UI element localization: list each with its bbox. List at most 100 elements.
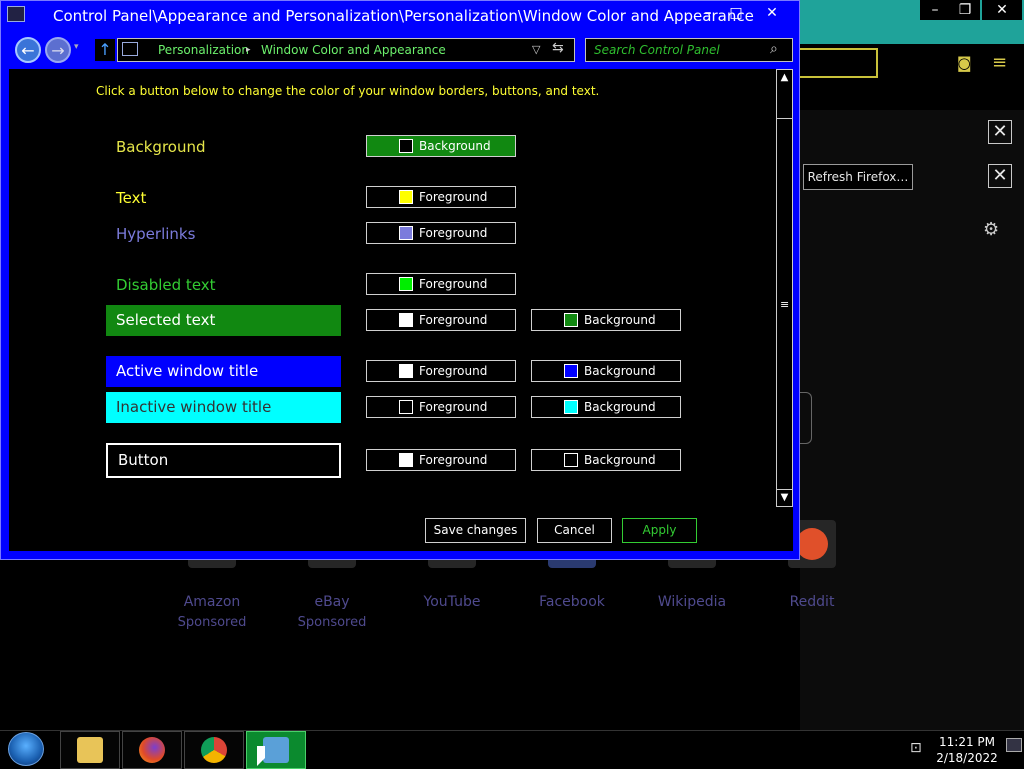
- site-label-reddit[interactable]: Reddit: [752, 594, 872, 610]
- site-label-facebook[interactable]: Facebook: [512, 594, 632, 610]
- cancel-button[interactable]: Cancel: [537, 518, 612, 543]
- control-panel-icon: [7, 6, 25, 22]
- button-text: Foreground: [419, 277, 488, 291]
- up-arrow-icon[interactable]: ↑: [95, 39, 115, 61]
- text-foreground-button[interactable]: Foreground: [366, 186, 516, 208]
- site-label-youtube[interactable]: YouTube: [392, 594, 512, 610]
- firefox-minimize-button[interactable]: –: [920, 0, 950, 20]
- site-sponsored-ebay: Sponsored: [297, 615, 367, 630]
- control-panel-window: Control Panel\Appearance and Personaliza…: [0, 0, 800, 560]
- background-color-button[interactable]: Background: [366, 135, 516, 157]
- firefox-restore-button[interactable]: ❐: [950, 0, 980, 20]
- vertical-scrollbar[interactable]: ▲ ≡ ▼: [776, 69, 793, 507]
- inactive-title-foreground-button[interactable]: Foreground: [366, 396, 516, 418]
- intro-text: Click a button below to change the color…: [96, 84, 600, 98]
- menu-icon[interactable]: ≡: [992, 52, 1007, 73]
- label-disabled-text: Disabled text: [116, 276, 216, 294]
- control-panel-small-icon: [122, 42, 138, 56]
- refresh-icon[interactable]: ⇆: [552, 40, 564, 56]
- button-text: Background: [584, 400, 656, 414]
- search-icon[interactable]: ⌕: [770, 41, 778, 57]
- pocket-icon[interactable]: ◙: [957, 54, 972, 72]
- color-swatch: [399, 453, 413, 467]
- show-desktop-button[interactable]: [1006, 738, 1022, 752]
- active-title-background-button[interactable]: Background: [531, 360, 681, 382]
- system-clock[interactable]: 11:21 PM 2/18/2022: [930, 734, 1004, 766]
- color-swatch: [564, 400, 578, 414]
- firefox-url-bar[interactable]: [800, 48, 878, 78]
- button-text: Foreground: [419, 313, 488, 327]
- active-title-foreground-button[interactable]: Foreground: [366, 360, 516, 382]
- color-swatch: [399, 313, 413, 327]
- control-panel-icon: [263, 737, 289, 763]
- card-edge: [798, 392, 812, 444]
- button-text: Foreground: [419, 453, 488, 467]
- chrome-icon: [201, 737, 227, 763]
- search-input[interactable]: Search Control Panel ⌕: [585, 38, 793, 62]
- sample-selected-text: Selected text: [106, 305, 341, 336]
- site-sponsored-amazon: Sponsored: [177, 615, 247, 630]
- button-text: Background: [419, 139, 491, 153]
- button-text: Foreground: [419, 190, 488, 204]
- save-changes-button[interactable]: Save changes: [425, 518, 526, 543]
- apply-button[interactable]: Apply: [622, 518, 697, 543]
- color-swatch: [564, 453, 578, 467]
- start-button[interactable]: [8, 732, 44, 766]
- color-swatch: [399, 139, 413, 153]
- sample-inactive-window-title: Inactive window title: [106, 392, 341, 423]
- breadcrumb-personalization[interactable]: Personalization: [158, 43, 249, 57]
- inactive-title-background-button[interactable]: Background: [531, 396, 681, 418]
- button-text: Foreground: [419, 400, 488, 414]
- site-label-wikipedia[interactable]: Wikipedia: [632, 594, 752, 610]
- scroll-grip-icon: ≡: [780, 298, 790, 311]
- back-arrow-icon[interactable]: ←: [15, 37, 41, 63]
- settings-gear-icon[interactable]: ⚙: [983, 219, 999, 240]
- button-text: Background: [584, 364, 656, 378]
- maximize-button[interactable]: □: [721, 3, 751, 23]
- taskbar-chrome[interactable]: [184, 731, 244, 769]
- notification-close-icon[interactable]: ✕: [988, 120, 1012, 144]
- address-bar[interactable]: Personalization ▸ Window Color and Appea…: [117, 38, 575, 62]
- mouse-cursor-icon: [257, 746, 265, 766]
- selected-text-background-button[interactable]: Background: [531, 309, 681, 331]
- forward-arrow-icon[interactable]: →: [45, 37, 71, 63]
- label-hyperlinks: Hyperlinks: [116, 225, 196, 243]
- breadcrumb-window-color[interactable]: Window Color and Appearance: [261, 43, 446, 57]
- reddit-icon: [796, 528, 828, 560]
- button-background-button[interactable]: Background: [531, 449, 681, 471]
- clock-date: 2/18/2022: [936, 751, 998, 765]
- button-text: Foreground: [419, 226, 488, 240]
- button-foreground-button[interactable]: Foreground: [366, 449, 516, 471]
- site-label-ebay[interactable]: eBay: [272, 594, 392, 610]
- scroll-up-icon[interactable]: ▲: [777, 70, 792, 86]
- disabled-text-foreground-button[interactable]: Foreground: [366, 273, 516, 295]
- refresh-firefox-button[interactable]: Refresh Firefox…: [803, 164, 913, 190]
- taskbar-explorer[interactable]: [60, 731, 120, 769]
- sample-button: Button: [106, 443, 341, 478]
- firefox-icon: [139, 737, 165, 763]
- hyperlinks-foreground-button[interactable]: Foreground: [366, 222, 516, 244]
- address-dropdown-icon[interactable]: ▽: [532, 43, 540, 56]
- minimize-button[interactable]: –: [693, 3, 723, 23]
- button-text: Foreground: [419, 364, 488, 378]
- refresh-bar-close-icon[interactable]: ✕: [988, 164, 1012, 188]
- breadcrumb-separator-icon[interactable]: ▸: [246, 45, 251, 55]
- button-text: Background: [584, 313, 656, 327]
- recent-pages-chevron-icon[interactable]: ▾: [74, 42, 79, 52]
- color-swatch: [564, 313, 578, 327]
- clock-time: 11:21 PM: [939, 735, 995, 749]
- selected-text-foreground-button[interactable]: Foreground: [366, 309, 516, 331]
- firefox-close-button[interactable]: ✕: [982, 0, 1022, 20]
- label-background: Background: [116, 138, 206, 156]
- color-swatch: [399, 277, 413, 291]
- network-icon[interactable]: ⊡: [910, 740, 922, 756]
- color-swatch: [399, 190, 413, 204]
- sample-active-window-title: Active window title: [106, 356, 341, 387]
- scroll-down-icon[interactable]: ▼: [777, 490, 792, 506]
- site-label-amazon[interactable]: Amazon: [152, 594, 272, 610]
- search-placeholder: Search Control Panel: [594, 43, 720, 57]
- close-button[interactable]: ✕: [755, 3, 789, 23]
- label-text: Text: [116, 189, 147, 207]
- taskbar-control-panel[interactable]: [246, 731, 306, 769]
- taskbar-firefox[interactable]: [122, 731, 182, 769]
